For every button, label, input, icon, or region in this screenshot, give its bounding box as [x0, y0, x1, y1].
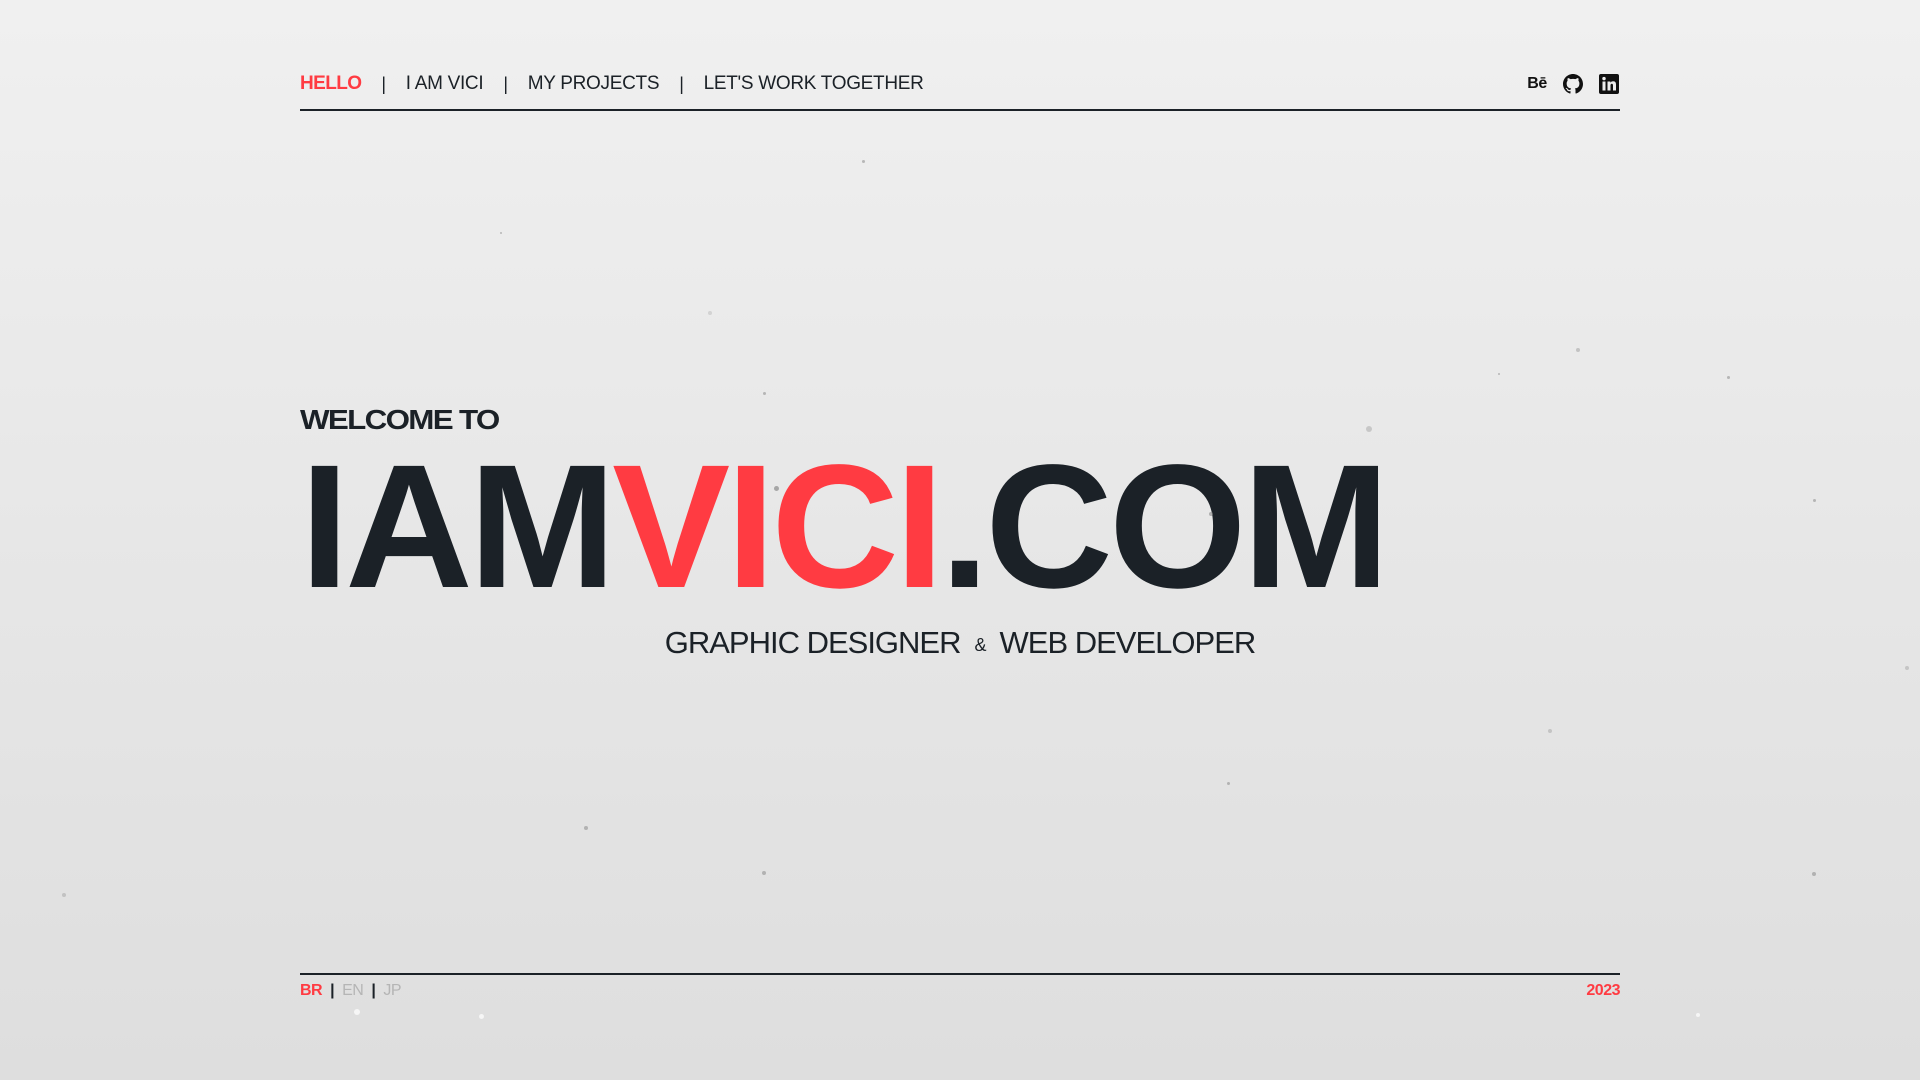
particle [1727, 376, 1730, 379]
github-icon[interactable] [1562, 73, 1584, 95]
top-divider [300, 109, 1620, 111]
nav-hello-link[interactable]: HELLO [300, 73, 362, 95]
particle [763, 392, 766, 395]
hero-title-iam: IAM [300, 429, 616, 625]
hero-title: IAMVICI.COM [300, 429, 1627, 625]
nav-links: HELLO | I AM VICI | MY PROJECTS | LET'S … [300, 73, 924, 95]
nav-separator: | [679, 73, 684, 94]
lang-jp[interactable]: JP [383, 982, 401, 1000]
lang-separator: | [330, 982, 335, 999]
particle [762, 871, 766, 875]
nav-separator: | [503, 73, 508, 94]
particle [1813, 499, 1816, 502]
particle [1812, 872, 1816, 876]
particle [1696, 1013, 1700, 1017]
linkedin-icon-svg [1599, 74, 1619, 94]
lang-separator: | [371, 982, 376, 999]
footer-year: 2023 [1586, 982, 1620, 999]
behance-icon[interactable]: Bē [1526, 73, 1548, 95]
nav-lets-work-together-link[interactable]: LET'S WORK TOGETHER [704, 73, 924, 95]
hero-subtitle: GRAPHIC DESIGNER & WEB DEVELOPER [300, 625, 1620, 661]
particle [354, 1009, 360, 1015]
subtitle-graphic-designer: GRAPHIC DESIGNER [664, 625, 962, 660]
social-links: Bē [1526, 73, 1620, 95]
particle [774, 486, 779, 491]
particle [1366, 426, 1372, 432]
particle [1576, 348, 1580, 352]
particle [479, 1014, 484, 1019]
particle [708, 311, 712, 315]
top-nav: HELLO | I AM VICI | MY PROJECTS | LET'S … [300, 72, 1620, 96]
particle [1905, 666, 1909, 670]
subtitle-ampersand: & [974, 635, 987, 655]
hero-title-vici: VICI [612, 429, 944, 625]
language-switcher: BR | EN | JP [300, 982, 401, 1000]
particle [1548, 729, 1552, 733]
particle [862, 160, 865, 163]
particle [500, 232, 502, 234]
bottom-divider [300, 973, 1620, 975]
particle [1209, 512, 1213, 516]
lang-br[interactable]: BR [300, 982, 323, 1000]
nav-separator: | [381, 73, 386, 94]
particle [584, 826, 588, 830]
nav-i-am-vici-link[interactable]: I AM VICI [406, 73, 484, 95]
page-frame: HELLO | I AM VICI | MY PROJECTS | LET'S … [300, 0, 1620, 1080]
behance-label: Bē [1527, 75, 1547, 92]
hero-title-com: .COM [940, 429, 1390, 625]
particle [1227, 782, 1230, 785]
subtitle-web-developer: WEB DEVELOPER [999, 625, 1257, 660]
nav-my-projects-link[interactable]: MY PROJECTS [528, 73, 660, 95]
particle [1498, 373, 1500, 375]
particle [62, 893, 66, 897]
linkedin-icon[interactable] [1598, 73, 1620, 95]
lang-en[interactable]: EN [342, 982, 364, 1000]
github-icon-svg [1563, 74, 1583, 94]
